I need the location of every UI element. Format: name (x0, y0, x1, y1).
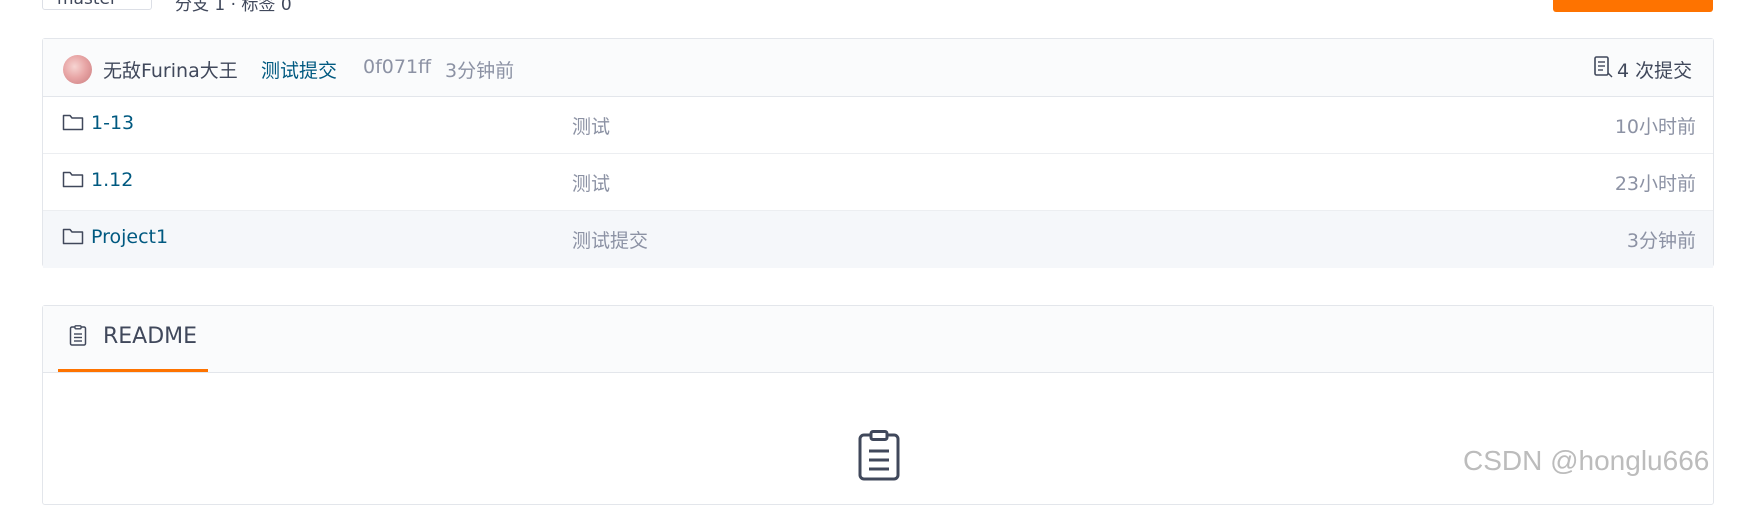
commit-message[interactable]: 测试提交 (261, 56, 337, 83)
file-commit-message[interactable]: 测试 (572, 112, 610, 139)
repo-toolbar: master 分支 1 · 标签 0 (0, 0, 1747, 15)
commit-count[interactable]: 4 次提交 (1617, 56, 1692, 83)
file-row[interactable]: Project1 测试提交 3分钟前 (43, 211, 1713, 268)
readme-header: README (43, 306, 1713, 373)
file-time: 10小时前 (1614, 116, 1696, 138)
file-name[interactable]: 1.12 (91, 169, 133, 191)
branch-select[interactable]: master (42, 0, 152, 10)
commit-author[interactable]: 无敌Furina大王 (103, 56, 238, 83)
file-name[interactable]: 1-13 (91, 112, 134, 134)
file-commit-message[interactable]: 测试 (572, 169, 610, 196)
avatar[interactable] (63, 55, 92, 84)
tab-readme[interactable]: README (58, 306, 208, 372)
branches-tags-info[interactable]: 分支 1 · 标签 0 (175, 0, 292, 15)
file-name[interactable]: Project1 (91, 226, 168, 248)
commit-time: 3分钟前 (445, 60, 515, 82)
file-commit-message[interactable]: 测试提交 (572, 226, 648, 253)
folder-icon (62, 171, 84, 188)
commit-hash[interactable]: 0f071ff (363, 56, 431, 78)
file-time: 23小时前 (1614, 173, 1696, 195)
file-row[interactable]: 1.12 测试 23小时前 (43, 154, 1713, 211)
clipboard-icon (858, 430, 900, 481)
download-button[interactable] (1553, 0, 1713, 12)
document-icon (69, 325, 87, 346)
folder-icon (62, 228, 84, 245)
latest-commit-bar: 无敌Furina大王 测试提交 0f071ff 3分钟前 4 次提交 (43, 39, 1713, 97)
tab-readme-label: README (103, 324, 198, 349)
file-time: 3分钟前 (1626, 230, 1696, 252)
commit-history-icon[interactable] (1593, 56, 1613, 78)
watermark: CSDN @honglu666 (1463, 445, 1710, 476)
folder-icon (62, 114, 84, 131)
file-row[interactable]: 1-13 测试 10小时前 (43, 97, 1713, 154)
file-list: 无敌Furina大王 测试提交 0f071ff 3分钟前 4 次提交 1-13 … (42, 38, 1714, 268)
branch-select-label: master (57, 0, 117, 9)
